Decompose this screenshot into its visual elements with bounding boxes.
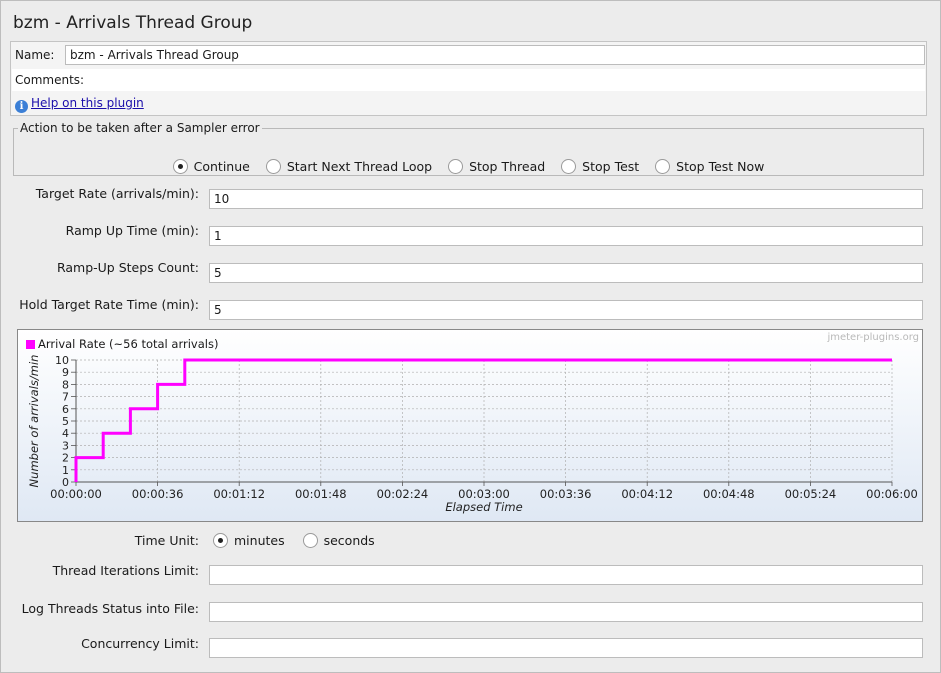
name-field[interactable]: bzm - Arrivals Thread Group [65,45,925,65]
x-tick-label: 00:00:00 [50,487,102,501]
radio-selected-icon [172,159,188,174]
ramp-up-time-field[interactable]: 1 [209,226,923,246]
x-tick-label: 00:03:00 [458,487,510,501]
sampler-error-options: Continue Start Next Thread Loop Stop Thr… [14,159,923,174]
y-tick-label: 2 [62,452,69,465]
radio-start-next-thread-loop[interactable]: Start Next Thread Loop [265,159,433,174]
y-tick-label: 9 [62,366,69,379]
help-link-row: i Help on this plugin [15,96,144,113]
radio-label: minutes [234,533,285,548]
y-tick-label: 7 [62,391,69,404]
radio-label: seconds [323,533,375,548]
radio-stop-test[interactable]: Stop Test [561,159,639,174]
radio-label: Stop Test Now [676,159,765,174]
x-tick-label: 00:02:24 [377,487,429,501]
concurrency-field[interactable] [209,638,923,658]
ramp-up-time-label: Ramp Up Time (min): [65,223,199,238]
radio-label: Stop Thread [469,159,546,174]
y-tick-label: 4 [62,427,69,440]
log-file-label: Log Threads Status into File: [21,601,199,616]
info-icon: i [15,100,28,113]
time-unit-options: minutes seconds [213,533,375,548]
x-tick-label: 00:04:12 [621,487,673,501]
radio-continue[interactable]: Continue [172,159,250,174]
sampler-error-group: Action to be taken after a Sampler error… [13,121,924,176]
y-axis-label: Number of arrivals/min [27,355,41,488]
help-link[interactable]: Help on this plugin [31,96,144,110]
radio-selected-icon [213,533,228,548]
x-tick-label: 00:05:24 [785,487,837,501]
iterations-field[interactable] [209,565,923,585]
x-tick-label: 00:04:48 [703,487,755,501]
x-tick-label: 00:03:36 [540,487,592,501]
radio-unselected-icon [302,533,318,548]
comments-field[interactable]: Comments: [12,69,925,91]
radio-unselected-icon [655,159,671,174]
sampler-error-legend: Action to be taken after a Sampler error [20,121,260,135]
time-unit-label: Time Unit: [134,533,199,548]
y-tick-label: 1 [62,464,69,477]
target-rate-label: Target Rate (arrivals/min): [35,186,199,201]
target-rate-field[interactable]: 10 [209,189,923,209]
hold-time-field[interactable]: 5 [209,300,923,320]
x-tick-label: 00:06:00 [866,487,918,501]
x-tick-label: 00:01:12 [213,487,265,501]
radio-unselected-icon [448,159,464,174]
chart-plot: 01234567891000:00:00 00:00:36 00:01:12 00:0… [27,354,918,514]
x-axis-label: Elapsed Time [445,500,522,514]
radio-minutes[interactable]: minutes [213,533,285,548]
name-label: Name: [15,48,55,62]
y-tick-label: 3 [62,439,69,452]
hold-time-label: Hold Target Rate Time (min): [19,297,199,312]
iterations-label: Thread Iterations Limit: [52,563,199,578]
y-tick-label: 5 [62,415,69,428]
radio-unselected-icon [265,159,281,174]
y-tick-label: 10 [55,354,69,367]
arrival-rate-chart: jmeter-plugins.org Arrival Rate (~56 tot… [17,329,923,522]
concurrency-label: Concurrency Limit: [81,636,199,651]
thread-group-panel: bzm - Arrivals Thread Group Name: bzm - … [0,0,941,673]
ramp-up-steps-label: Ramp-Up Steps Count: [56,260,199,275]
radio-stop-thread[interactable]: Stop Thread [448,159,545,174]
name-comments-box: Name: bzm - Arrivals Thread Group Commen… [10,41,927,116]
radio-label: Continue [193,159,250,174]
x-tick-label: 00:01:48 [295,487,347,501]
radio-seconds[interactable]: seconds [302,533,375,548]
comments-label: Comments: [15,73,85,87]
y-tick-label: 6 [62,403,69,416]
x-tick-label: 00:00:36 [132,487,184,501]
page-title: bzm - Arrivals Thread Group [13,13,253,33]
radio-unselected-icon [561,159,577,174]
radio-label: Stop Test [582,159,640,174]
radio-stop-test-now[interactable]: Stop Test Now [655,159,764,174]
ramp-up-steps-field[interactable]: 5 [209,263,923,283]
log-file-field[interactable] [209,602,923,622]
y-tick-label: 8 [62,378,69,391]
radio-label: Start Next Thread Loop [286,159,433,174]
